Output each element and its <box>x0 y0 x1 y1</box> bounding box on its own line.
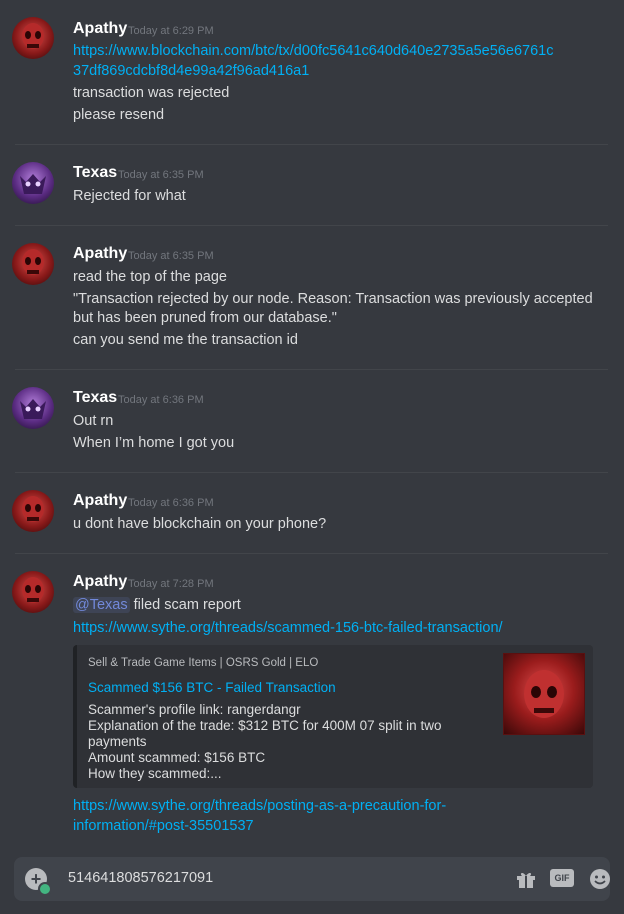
chat-messages: Apathy Today at 6:29 PM https://www.bloc… <box>0 0 624 850</box>
message-text: read the top of the page <box>73 269 227 285</box>
timestamp: Today at 6:29 PM <box>128 25 214 37</box>
embed-description-line: How they scammed:... <box>88 766 222 781</box>
timestamp: Today at 6:35 PM <box>128 250 214 262</box>
embed-title[interactable]: Scammed $156 BTC - Failed Transaction <box>88 680 336 695</box>
message-link[interactable]: https://www.sythe.org/threads/posting-as… <box>73 798 446 814</box>
embed-description-line: Amount scammed: $156 BTC <box>88 750 266 765</box>
timestamp: Today at 7:28 PM <box>128 578 214 590</box>
author-name[interactable]: Apathy <box>73 573 127 591</box>
author-name[interactable]: Apathy <box>73 20 127 38</box>
avatar[interactable] <box>12 387 54 429</box>
message-text: but has been pruned from our database." <box>73 310 337 326</box>
message-divider <box>15 369 608 370</box>
message-text: u dont have blockchain on your phone? <box>73 516 327 532</box>
message-divider <box>15 472 608 473</box>
message-text-rest: filed scam report <box>129 597 241 613</box>
message-link[interactable]: 37df869cdcbf8d4e99a42f96ad416a1 <box>73 63 309 79</box>
message-text: please resend <box>73 107 165 123</box>
avatar[interactable] <box>12 490 54 532</box>
avatar[interactable] <box>12 571 54 613</box>
message-text: Rejected for what <box>73 188 186 204</box>
gif-icon[interactable]: GIF <box>550 869 574 887</box>
avatar[interactable] <box>12 17 54 59</box>
timestamp: Today at 6:35 PM <box>118 169 204 181</box>
gift-icon[interactable] <box>514 867 538 891</box>
message-divider <box>15 225 608 226</box>
author-name[interactable]: Texas <box>73 389 117 407</box>
author-name[interactable]: Apathy <box>73 245 127 263</box>
user-mention[interactable]: @Texas <box>73 597 130 613</box>
avatar[interactable] <box>12 162 54 204</box>
message-divider <box>15 553 608 554</box>
timestamp: Today at 6:36 PM <box>118 394 204 406</box>
message-divider <box>15 144 608 145</box>
message-text: transaction was rejected <box>73 85 230 101</box>
author-name[interactable]: Apathy <box>73 492 127 510</box>
message-text: "Transaction rejected by our node. Reaso… <box>73 291 593 307</box>
author-name[interactable]: Texas <box>73 164 117 182</box>
message-input[interactable]: 514641808576217091 <box>68 870 213 886</box>
message-text: @Texas filed scam report <box>73 597 241 613</box>
upload-badge-icon <box>38 882 52 896</box>
embed-provider[interactable]: Sell & Trade Game Items | OSRS Gold | EL… <box>88 657 318 669</box>
message-input-bar: + 514641808576217091 GIF <box>14 857 610 901</box>
embed-description-line: payments <box>88 734 147 749</box>
avatar[interactable] <box>12 243 54 285</box>
emoji-icon[interactable] <box>588 867 612 891</box>
message-link[interactable]: https://www.blockchain.com/btc/tx/d00fc5… <box>73 43 553 59</box>
message-text: can you send me the transaction id <box>73 332 298 348</box>
message-text: Out rn <box>73 413 114 429</box>
message-text: When I’m home I got you <box>73 435 235 451</box>
embed-description-line: Scammer's profile link: rangerdangr <box>88 702 301 717</box>
message-link[interactable]: https://www.sythe.org/threads/scammed-15… <box>73 620 503 636</box>
link-embed: Sell & Trade Game Items | OSRS Gold | EL… <box>73 645 593 788</box>
embed-description-line: Explanation of the trade: $312 BTC for 4… <box>88 718 442 733</box>
embed-thumbnail[interactable] <box>503 653 585 735</box>
message-link[interactable]: information/#post-35501537 <box>73 818 254 834</box>
timestamp: Today at 6:36 PM <box>128 497 214 509</box>
